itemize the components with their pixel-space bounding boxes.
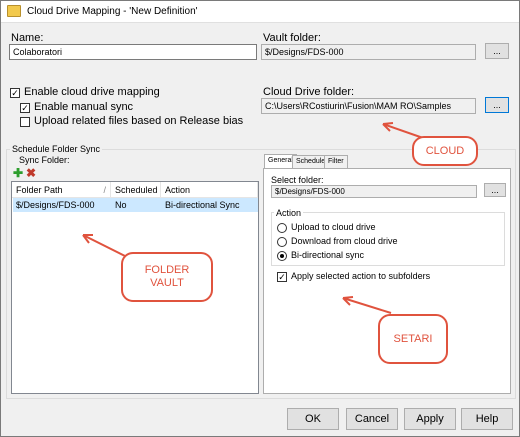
cancel-button[interactable]: Cancel [346,408,398,430]
apply-button[interactable]: Apply [404,408,456,430]
dialog-window: Cloud Drive Mapping - 'New Definition' N… [0,0,520,437]
callout-arrows [82,122,427,314]
ok-button[interactable]: OK [287,408,339,430]
callout-folder-vault: FOLDER VAULT [121,252,213,302]
callout-cloud: CLOUD [412,136,478,166]
callout-setari: SETARI [378,314,448,364]
help-button[interactable]: Help [461,408,513,430]
